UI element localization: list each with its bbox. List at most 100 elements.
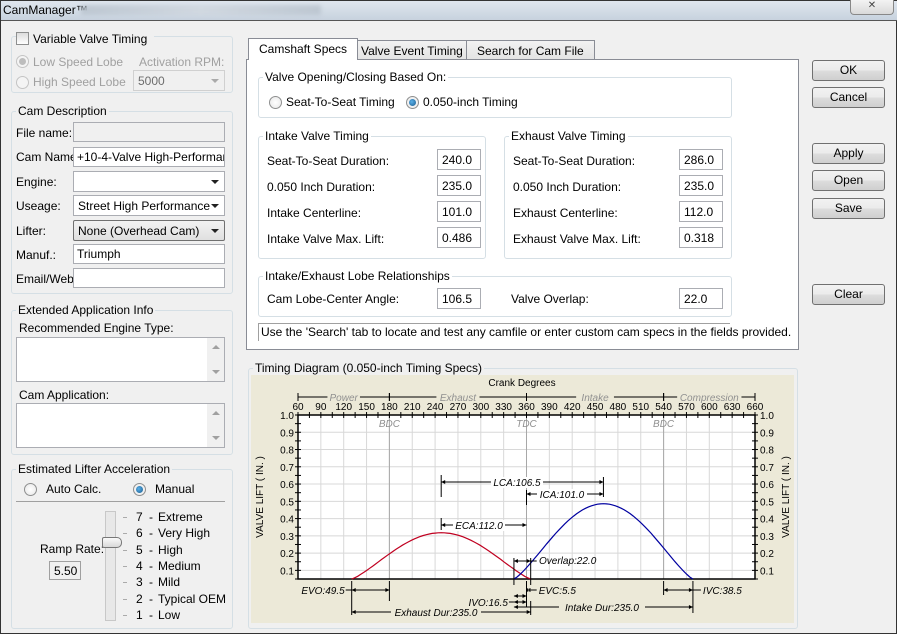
x-tick-label: 510 — [632, 402, 649, 413]
x-tick-label: 150 — [358, 402, 375, 413]
exhaust-row-field[interactable]: 112.0 — [679, 201, 723, 222]
exhaust-row-field[interactable]: 0.318 — [679, 227, 723, 248]
manual-label: Manual — [155, 482, 195, 496]
lobe-relationships-title: Intake/Exhaust Lobe Relationships — [265, 269, 450, 283]
x-tick-label: 330 — [495, 402, 512, 413]
scale-number: 3 — [136, 575, 143, 590]
low-speed-lobe-label: Low Speed Lobe — [33, 55, 124, 69]
timing-diagram-chart: BDC TDC BDC Crank Degrees Power Exhaust Intake… — [251, 375, 794, 623]
lifter-value: None (Overhead Cam) — [78, 224, 200, 238]
seat-to-seat-radio[interactable] — [269, 96, 282, 109]
high-speed-lobe-radio[interactable] — [16, 76, 29, 89]
scale-label: Mild — [158, 575, 181, 590]
x-tick-label: 540 — [655, 402, 672, 413]
y-tick-label-right: 0.9 — [760, 428, 774, 439]
cancel-button[interactable]: Cancel — [812, 87, 885, 108]
vvt-checkbox-label: Variable Valve Timing — [33, 32, 148, 46]
exhaust-timing-title: Exhaust Valve Timing — [511, 129, 626, 143]
auto-calc-radio[interactable] — [24, 483, 37, 496]
y-tick-label-right: 0.4 — [760, 515, 774, 526]
useage-value: Street High Performance — [78, 199, 211, 213]
marker-label: TDC — [516, 419, 537, 430]
scale-dash: - — [149, 558, 153, 573]
basis-group: Valve Opening/Closing Based On: — [258, 70, 732, 118]
cam-name-label: Cam Name: — [16, 150, 81, 164]
low-speed-lobe-radio[interactable] — [16, 55, 29, 68]
file-name-label: File name: — [16, 126, 73, 140]
manual-radio[interactable] — [133, 483, 146, 496]
cam-application-label: Cam Application: — [19, 388, 110, 402]
scrollbar[interactable] — [207, 338, 224, 381]
overlap-field[interactable]: 22.0 — [679, 288, 723, 309]
exhaust-row-field[interactable]: 235.0 — [679, 175, 723, 196]
cam-application-textarea[interactable] — [16, 403, 225, 448]
slider-tick — [123, 549, 127, 551]
x-tick-label: 90 — [315, 402, 327, 413]
seat-to-seat-label: Seat-To-Seat Timing — [286, 95, 395, 109]
file-name-field[interactable] — [73, 122, 225, 142]
useage-label: Useage: — [16, 199, 61, 213]
y-tick-label-left: 0.9 — [280, 428, 294, 439]
overlap-label: Valve Overlap: — [511, 292, 589, 306]
lca-field[interactable]: 106.5 — [437, 288, 481, 309]
intake-row-field[interactable]: 235.0 — [437, 175, 481, 196]
tab-camshaft-specs[interactable]: Camshaft Specs — [248, 38, 359, 60]
y-axis-label-left: VALVE LIFT ( IN. ) — [255, 456, 266, 538]
x-tick-label: 180 — [381, 402, 398, 413]
exhaust-row-label: 0.050 Inch Duration: — [513, 180, 622, 194]
engine-type-textarea[interactable] — [16, 337, 225, 382]
open-button[interactable]: Open — [812, 170, 885, 191]
email-web-field[interactable] — [73, 268, 225, 288]
engine-type-label: Recommended Engine Type: — [19, 321, 174, 335]
inch050-radio[interactable] — [406, 96, 419, 109]
intake-row-field[interactable]: 101.0 — [437, 201, 481, 222]
apply-button[interactable]: Apply — [812, 143, 885, 164]
scale-number: 4 — [136, 558, 143, 573]
clear-button[interactable]: Clear — [812, 284, 885, 305]
marker-label: BDC — [379, 419, 401, 430]
ramp-rate-slider-thumb[interactable] — [102, 537, 122, 549]
chart-title: Crank Degrees — [488, 378, 555, 389]
save-button[interactable]: Save — [812, 198, 885, 219]
close-icon[interactable]: ✕ — [850, 0, 894, 15]
intake-row-field[interactable]: 0.486 — [437, 227, 481, 248]
y-tick-label-right: 0.1 — [760, 566, 774, 577]
hint-text: Use the 'Search' tab to locate and test … — [258, 323, 791, 341]
tab-valve-event-timing[interactable]: Valve Event Timing — [350, 40, 474, 60]
scale-number: 2 — [136, 591, 143, 606]
tab-search-cam-file[interactable]: Search for Cam File — [466, 40, 595, 60]
vvt-checkbox[interactable] — [16, 32, 29, 45]
scroll-down-icon[interactable] — [212, 370, 220, 374]
scale-number: 7 — [136, 510, 143, 524]
scroll-down-icon[interactable] — [212, 436, 220, 440]
activation-rpm-select[interactable]: 5000 — [133, 70, 225, 91]
chevron-down-icon — [211, 180, 219, 184]
auto-calc-label: Auto Calc. — [46, 482, 102, 496]
intake-row-field[interactable]: 240.0 — [437, 149, 481, 170]
scroll-up-icon[interactable] — [212, 345, 220, 349]
exhaust-row-field[interactable]: 286.0 — [679, 149, 723, 170]
cam-name-field[interactable]: +10-4-Valve High-Performance — [73, 147, 225, 167]
ok-button[interactable]: OK — [812, 60, 885, 81]
inch050-label: 0.050-inch Timing — [423, 95, 518, 109]
x-tick-label: 360 — [518, 402, 535, 413]
overlap-label: Overlap:22.0 — [539, 556, 597, 567]
y-tick-label-left: 0.1 — [280, 566, 294, 577]
ramp-rate-slider-track[interactable] — [105, 511, 116, 621]
slider-tick — [123, 614, 127, 616]
useage-select[interactable]: Street High Performance — [73, 195, 225, 216]
lifter-select[interactable]: None (Overhead Cam) — [73, 220, 225, 241]
extended-info-title: Extended Application Info — [18, 303, 154, 317]
scroll-up-icon[interactable] — [212, 411, 220, 415]
exhaust-row-label: Exhaust Valve Max. Lift: — [513, 232, 641, 246]
x-tick-label: 240 — [427, 402, 444, 413]
y-tick-label-right: 0.5 — [760, 497, 774, 508]
manuf-field[interactable]: Triumph — [73, 244, 225, 264]
engine-select[interactable] — [73, 171, 225, 192]
intake-row-label: 0.050 Inch Duration: — [267, 180, 376, 194]
evc-label: EVC:5.5 — [539, 586, 577, 597]
scrollbar[interactable] — [207, 404, 224, 447]
x-tick-label: 630 — [724, 402, 741, 413]
x-tick-label: 450 — [587, 402, 604, 413]
chevron-down-icon — [211, 204, 219, 208]
